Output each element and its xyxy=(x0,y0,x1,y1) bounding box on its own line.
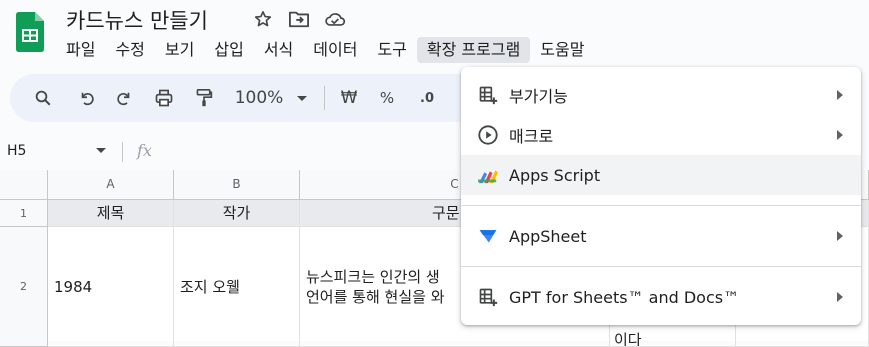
appsheet-icon xyxy=(477,225,499,247)
menu-format[interactable]: 서식 xyxy=(254,37,303,63)
menu-item-label: GPT for Sheets™ and Docs™ xyxy=(509,287,740,307)
menu-divider xyxy=(461,205,861,206)
name-box-dropdown-icon[interactable] xyxy=(96,148,106,153)
zoom-dropdown-icon[interactable] xyxy=(294,87,310,109)
column-header-a[interactable]: A xyxy=(48,170,174,200)
menu-item-apps-script[interactable]: Apps Script xyxy=(461,155,861,195)
star-icon[interactable] xyxy=(252,8,274,30)
currency-format-button[interactable]: ₩ xyxy=(338,87,360,109)
menu-data[interactable]: 데이터 xyxy=(303,37,367,63)
menu-extensions[interactable]: 확장 프로그램 xyxy=(416,37,531,63)
menu-edit[interactable]: 수정 xyxy=(105,37,154,63)
cloud-status-icon[interactable] xyxy=(324,8,346,30)
cell-a1[interactable]: 제목 xyxy=(48,200,174,227)
add-ons-icon xyxy=(477,84,499,106)
menu-help[interactable]: 도움말 xyxy=(530,37,594,63)
submenu-arrow-icon xyxy=(837,292,843,302)
menu-item-macros[interactable]: 매크로 xyxy=(461,115,861,155)
title-bar: 카드뉴스 만들기 파일 수정 보기 삽입 서식 데이터 도구 확장 프로그램 도… xyxy=(0,0,869,64)
gpt-addon-icon xyxy=(477,286,499,308)
cell-a2[interactable]: 1984 xyxy=(48,227,174,347)
toolbar-divider xyxy=(324,86,325,110)
fx-icon: fx xyxy=(137,141,152,160)
move-to-folder-icon[interactable] xyxy=(288,8,310,30)
decrease-decimal-label: .0 xyxy=(420,90,434,106)
submenu-arrow-icon xyxy=(837,231,843,241)
percent-format-button[interactable]: % xyxy=(376,87,398,109)
submenu-arrow-icon xyxy=(837,90,843,100)
formula-divider xyxy=(122,142,123,162)
menu-bar: 파일 수정 보기 삽입 서식 데이터 도구 확장 프로그램 도움말 xyxy=(56,37,594,63)
menu-item-label: 매크로 xyxy=(509,127,554,146)
undo-icon[interactable] xyxy=(76,87,98,109)
menu-item-add-ons[interactable]: 부가기능 xyxy=(461,75,861,115)
toolbar: 100% ₩ % .0 xyxy=(10,74,490,122)
submenu-arrow-icon xyxy=(837,130,843,140)
redo-icon[interactable] xyxy=(113,87,135,109)
row-header-2[interactable]: 2 xyxy=(0,227,48,347)
search-icon[interactable] xyxy=(32,87,54,109)
menu-item-label: Apps Script xyxy=(509,165,601,185)
menu-item-gpt-for-sheets[interactable]: GPT for Sheets™ and Docs™ xyxy=(461,277,861,317)
document-title[interactable]: 카드뉴스 만들기 xyxy=(66,5,208,35)
extensions-menu: 부가기능 매크로 Apps Script AppSheet GPT for Sh… xyxy=(461,67,861,325)
paint-format-icon[interactable] xyxy=(193,87,215,109)
menu-insert[interactable]: 삽입 xyxy=(204,37,253,63)
macro-play-icon xyxy=(477,124,499,146)
column-header-b[interactable]: B xyxy=(174,170,300,200)
sheets-logo-icon[interactable] xyxy=(16,12,44,52)
menu-divider xyxy=(461,266,861,267)
menu-file[interactable]: 파일 xyxy=(56,37,105,63)
select-all-corner[interactable] xyxy=(0,170,48,200)
zoom-value[interactable]: 100% xyxy=(234,87,284,109)
cell-b2[interactable]: 조지 오웰 xyxy=(174,227,300,347)
menu-tools[interactable]: 도구 xyxy=(367,37,416,63)
apps-script-icon xyxy=(477,164,499,186)
menu-item-label: 부가기능 xyxy=(509,87,568,106)
decrease-decimal-button[interactable]: .0 xyxy=(414,87,440,109)
print-icon[interactable] xyxy=(152,87,176,109)
cell-d2-overflow-text: 이다 xyxy=(614,331,642,347)
name-box[interactable]: H5 xyxy=(7,143,26,159)
menu-item-appsheet[interactable]: AppSheet xyxy=(461,216,861,256)
cell-b1[interactable]: 작가 xyxy=(174,200,300,227)
menu-view[interactable]: 보기 xyxy=(155,37,204,63)
row-header-1[interactable]: 1 xyxy=(0,200,48,227)
menu-item-label: AppSheet xyxy=(509,226,587,246)
